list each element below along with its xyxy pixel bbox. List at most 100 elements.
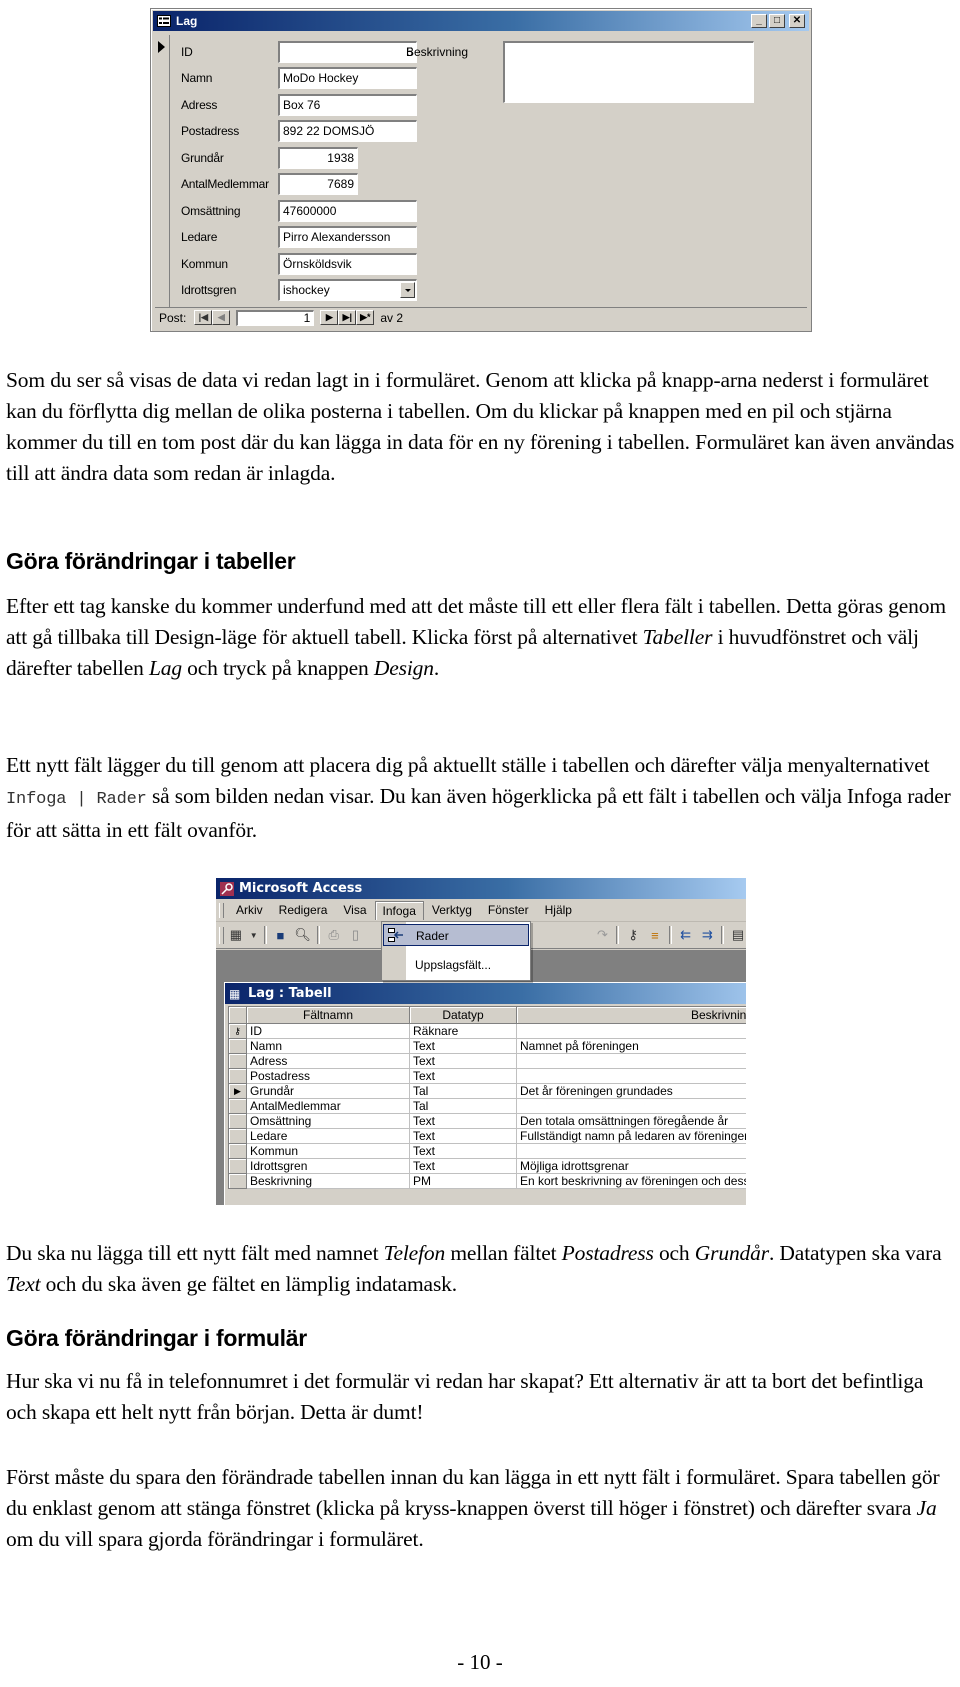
field-name-cell[interactable]: Grundår bbox=[246, 1083, 410, 1099]
row-selector[interactable] bbox=[228, 1128, 247, 1144]
save-button[interactable]: ■ bbox=[273, 926, 289, 944]
description-cell[interactable] bbox=[516, 1143, 746, 1159]
view-dropdown-button[interactable]: ▼ bbox=[250, 926, 258, 944]
form-titlebar[interactable]: Lag _ □ ✕ bbox=[153, 11, 809, 31]
new-record-button[interactable]: ▶* bbox=[356, 310, 375, 325]
description-textarea[interactable] bbox=[503, 41, 754, 103]
data-type-cell[interactable]: Text bbox=[409, 1158, 517, 1174]
table-row[interactable]: Idrottsgren Text Möjliga idrottsgrenar bbox=[228, 1158, 746, 1174]
field-input-grundår[interactable]: 1938 bbox=[278, 147, 358, 169]
field-input-ledare[interactable]: Pirro Alexandersson bbox=[278, 226, 417, 248]
dropdown-arrow-icon[interactable] bbox=[400, 282, 415, 298]
current-row-arrow-icon[interactable]: ▶ bbox=[228, 1083, 247, 1099]
idrottsgren-combobox[interactable]: ishockey bbox=[278, 279, 417, 301]
description-cell[interactable]: Den totala omsättningen föregående år bbox=[516, 1113, 746, 1129]
toolbar-grip[interactable] bbox=[219, 927, 224, 944]
field-input-postadress[interactable]: 892 22 DOMSJÖ bbox=[278, 120, 417, 142]
field-name-cell[interactable]: ID bbox=[246, 1023, 410, 1039]
field-name-cell[interactable]: Postadress bbox=[246, 1068, 410, 1084]
description-cell[interactable] bbox=[516, 1053, 746, 1069]
table-row[interactable]: ⚷ ID Räknare bbox=[228, 1023, 746, 1039]
field-input-antalmedlemmar[interactable]: 7689 bbox=[278, 173, 358, 195]
table-row[interactable]: Namn Text Namnet på föreningen bbox=[228, 1038, 746, 1054]
table-row[interactable]: AntalMedlemmar Tal bbox=[228, 1098, 746, 1114]
description-cell[interactable] bbox=[516, 1098, 746, 1114]
maximize-button[interactable]: □ bbox=[769, 14, 785, 28]
description-cell[interactable]: Det år föreningen grundades bbox=[516, 1083, 746, 1099]
description-cell[interactable]: Namnet på föreningen bbox=[516, 1038, 746, 1054]
description-cell[interactable]: En kort beskrivning av föreningen och de… bbox=[516, 1173, 746, 1189]
menu-fonster[interactable]: Fönster bbox=[480, 901, 537, 919]
previous-record-button[interactable]: ◀ bbox=[212, 310, 231, 325]
row-selector[interactable] bbox=[228, 1038, 247, 1054]
row-selector[interactable] bbox=[228, 1173, 247, 1189]
column-header-faltnamn[interactable]: Fältnamn bbox=[246, 1006, 410, 1024]
data-type-cell[interactable]: Tal bbox=[409, 1083, 517, 1099]
data-type-cell[interactable]: Räknare bbox=[409, 1023, 517, 1039]
field-name-cell[interactable]: Idrottsgren bbox=[246, 1158, 410, 1174]
data-type-cell[interactable]: PM bbox=[409, 1173, 517, 1189]
field-name-cell[interactable]: Beskrivning bbox=[246, 1173, 410, 1189]
view-button[interactable]: ▦ bbox=[228, 926, 244, 944]
field-name-cell[interactable]: AntalMedlemmar bbox=[246, 1098, 410, 1114]
last-record-button[interactable]: ▶| bbox=[338, 310, 357, 325]
print-button[interactable]: ⎙ bbox=[326, 926, 342, 944]
field-input-omsättning[interactable]: 47600000 bbox=[278, 200, 417, 222]
data-type-cell[interactable]: Text bbox=[409, 1113, 517, 1129]
field-input-kommun[interactable]: Örnsköldsvik bbox=[278, 253, 417, 275]
field-name-cell[interactable]: Ledare bbox=[246, 1128, 410, 1144]
row-selector[interactable] bbox=[228, 1068, 247, 1084]
data-type-cell[interactable]: Text bbox=[409, 1053, 517, 1069]
field-input-id[interactable]: 5 bbox=[278, 41, 417, 63]
row-selector[interactable] bbox=[228, 1053, 247, 1069]
properties-button[interactable]: ▤ bbox=[730, 926, 746, 944]
row-selector[interactable] bbox=[228, 1143, 247, 1159]
field-name-cell[interactable]: Adress bbox=[246, 1053, 410, 1069]
redo-button[interactable]: ↷ bbox=[595, 926, 611, 944]
description-cell[interactable]: Möjliga idrottsgrenar bbox=[516, 1158, 746, 1174]
data-type-cell[interactable]: Text bbox=[409, 1038, 517, 1054]
field-name-cell[interactable]: Omsättning bbox=[246, 1113, 410, 1129]
table-row[interactable]: Adress Text bbox=[228, 1053, 746, 1069]
minimize-button[interactable]: _ bbox=[751, 14, 767, 28]
menubar-grip[interactable] bbox=[219, 903, 224, 918]
row-selector[interactable] bbox=[228, 1113, 247, 1129]
insert-rows-button[interactable]: ⇇ bbox=[678, 926, 694, 944]
column-header-datatyp[interactable]: Datatyp bbox=[409, 1006, 517, 1024]
menu-hjalp[interactable]: Hjälp bbox=[537, 901, 580, 919]
field-input-adress[interactable]: Box 76 bbox=[278, 94, 417, 116]
table-row[interactable]: Postadress Text bbox=[228, 1068, 746, 1084]
menu-arkiv[interactable]: Arkiv bbox=[228, 901, 271, 919]
data-type-cell[interactable]: Text bbox=[409, 1068, 517, 1084]
description-cell[interactable]: Fullständigt namn på ledaren av förening… bbox=[516, 1128, 746, 1144]
search-button[interactable]: 🔍︎ bbox=[294, 926, 311, 944]
data-type-cell[interactable]: Text bbox=[409, 1143, 517, 1159]
table-row[interactable]: Kommun Text bbox=[228, 1143, 746, 1159]
table-row[interactable]: Omsättning Text Den totala omsättningen fö… bbox=[228, 1113, 746, 1129]
row-selector[interactable] bbox=[228, 1098, 247, 1114]
next-record-button[interactable]: ▶ bbox=[320, 310, 339, 325]
data-type-cell[interactable]: Text bbox=[409, 1128, 517, 1144]
delete-rows-button[interactable]: ⇉ bbox=[699, 926, 715, 944]
menu-visa[interactable]: Visa bbox=[335, 901, 374, 919]
field-name-cell[interactable]: Namn bbox=[246, 1038, 410, 1054]
description-cell[interactable] bbox=[516, 1068, 746, 1084]
data-type-cell[interactable]: Tal bbox=[409, 1098, 517, 1114]
primary-key-icon[interactable]: ⚷ bbox=[228, 1023, 247, 1039]
description-cell[interactable] bbox=[516, 1023, 746, 1039]
field-name-cell[interactable]: Kommun bbox=[246, 1143, 410, 1159]
table-row[interactable]: ▶ Grundår Tal Det år föreningen grundades bbox=[228, 1083, 746, 1099]
print-preview-button[interactable]: ▯ bbox=[348, 926, 364, 944]
menu-option-uppslagsfalt[interactable]: Uppslagsfält... bbox=[383, 954, 529, 976]
record-number-input[interactable]: 1 bbox=[236, 309, 315, 326]
menu-infoga[interactable]: Infoga bbox=[374, 900, 424, 920]
menu-redigera[interactable]: Redigera bbox=[271, 901, 336, 919]
menu-verktyg[interactable]: Verktyg bbox=[424, 901, 480, 919]
column-header-beskrivning[interactable]: Beskrivning bbox=[516, 1006, 746, 1024]
primary-key-button[interactable]: ⚷ bbox=[625, 926, 641, 944]
table-row[interactable]: Beskrivning PM En kort beskrivning av före… bbox=[228, 1173, 746, 1189]
row-selector[interactable] bbox=[228, 1158, 247, 1174]
table-row[interactable]: Ledare Text Fullständigt namn på ledaren a… bbox=[228, 1128, 746, 1144]
close-button[interactable]: ✕ bbox=[789, 14, 805, 28]
first-record-button[interactable]: |◀ bbox=[194, 310, 213, 325]
